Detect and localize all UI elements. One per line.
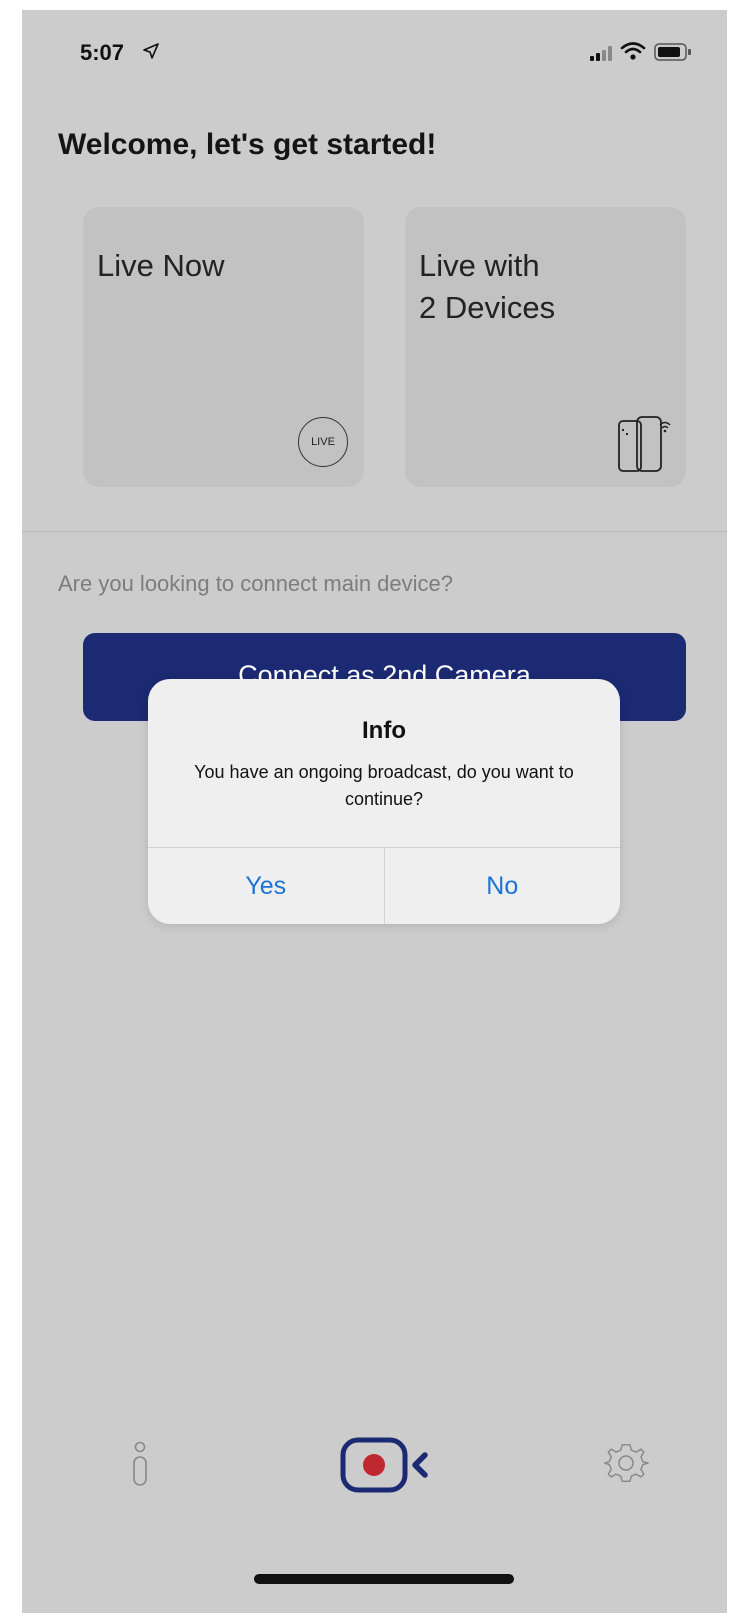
tab-bar: [22, 1430, 727, 1520]
status-time: 5:07: [80, 40, 125, 65]
battery-icon: [654, 43, 691, 61]
live-with-2-devices-label: Live with 2 Devices: [419, 248, 556, 325]
wifi-icon: [620, 42, 646, 60]
info-alert-dialog: Info You have an ongoing broadcast, do y…: [148, 679, 620, 924]
alert-message: You have an ongoing broadcast, do you wa…: [194, 762, 574, 809]
live-badge-icon: LIVE: [298, 417, 348, 467]
info-icon[interactable]: [130, 1440, 150, 1488]
connect-question: Are you looking to connect main device?: [58, 571, 454, 596]
location-arrow-icon: [143, 43, 159, 59]
live-now-card[interactable]: Live Now LIVE: [83, 207, 364, 487]
two-devices-wireless-icon: [618, 416, 671, 472]
alert-yes-button[interactable]: Yes: [148, 848, 384, 924]
live-with-2-devices-card[interactable]: Live with 2 Devices: [405, 207, 686, 487]
live-badge-text: LIVE: [311, 436, 335, 448]
alert-no-button[interactable]: No: [383, 848, 621, 924]
section-divider: [22, 531, 727, 532]
alert-title: Info: [362, 717, 406, 744]
alert-button-row: Yes No: [148, 847, 620, 924]
record-camera-icon[interactable]: [337, 1435, 437, 1495]
cellular-signal-icon: [590, 46, 612, 61]
status-bar: 5:07: [22, 10, 727, 90]
live-now-label: Live Now: [97, 248, 225, 283]
phone-screen: 5:07 Welcome, let's get started! Live No…: [22, 10, 727, 1613]
home-indicator: [254, 1574, 514, 1584]
settings-gear-icon[interactable]: [604, 1441, 650, 1487]
welcome-heading: Welcome, let's get started!: [58, 128, 437, 161]
